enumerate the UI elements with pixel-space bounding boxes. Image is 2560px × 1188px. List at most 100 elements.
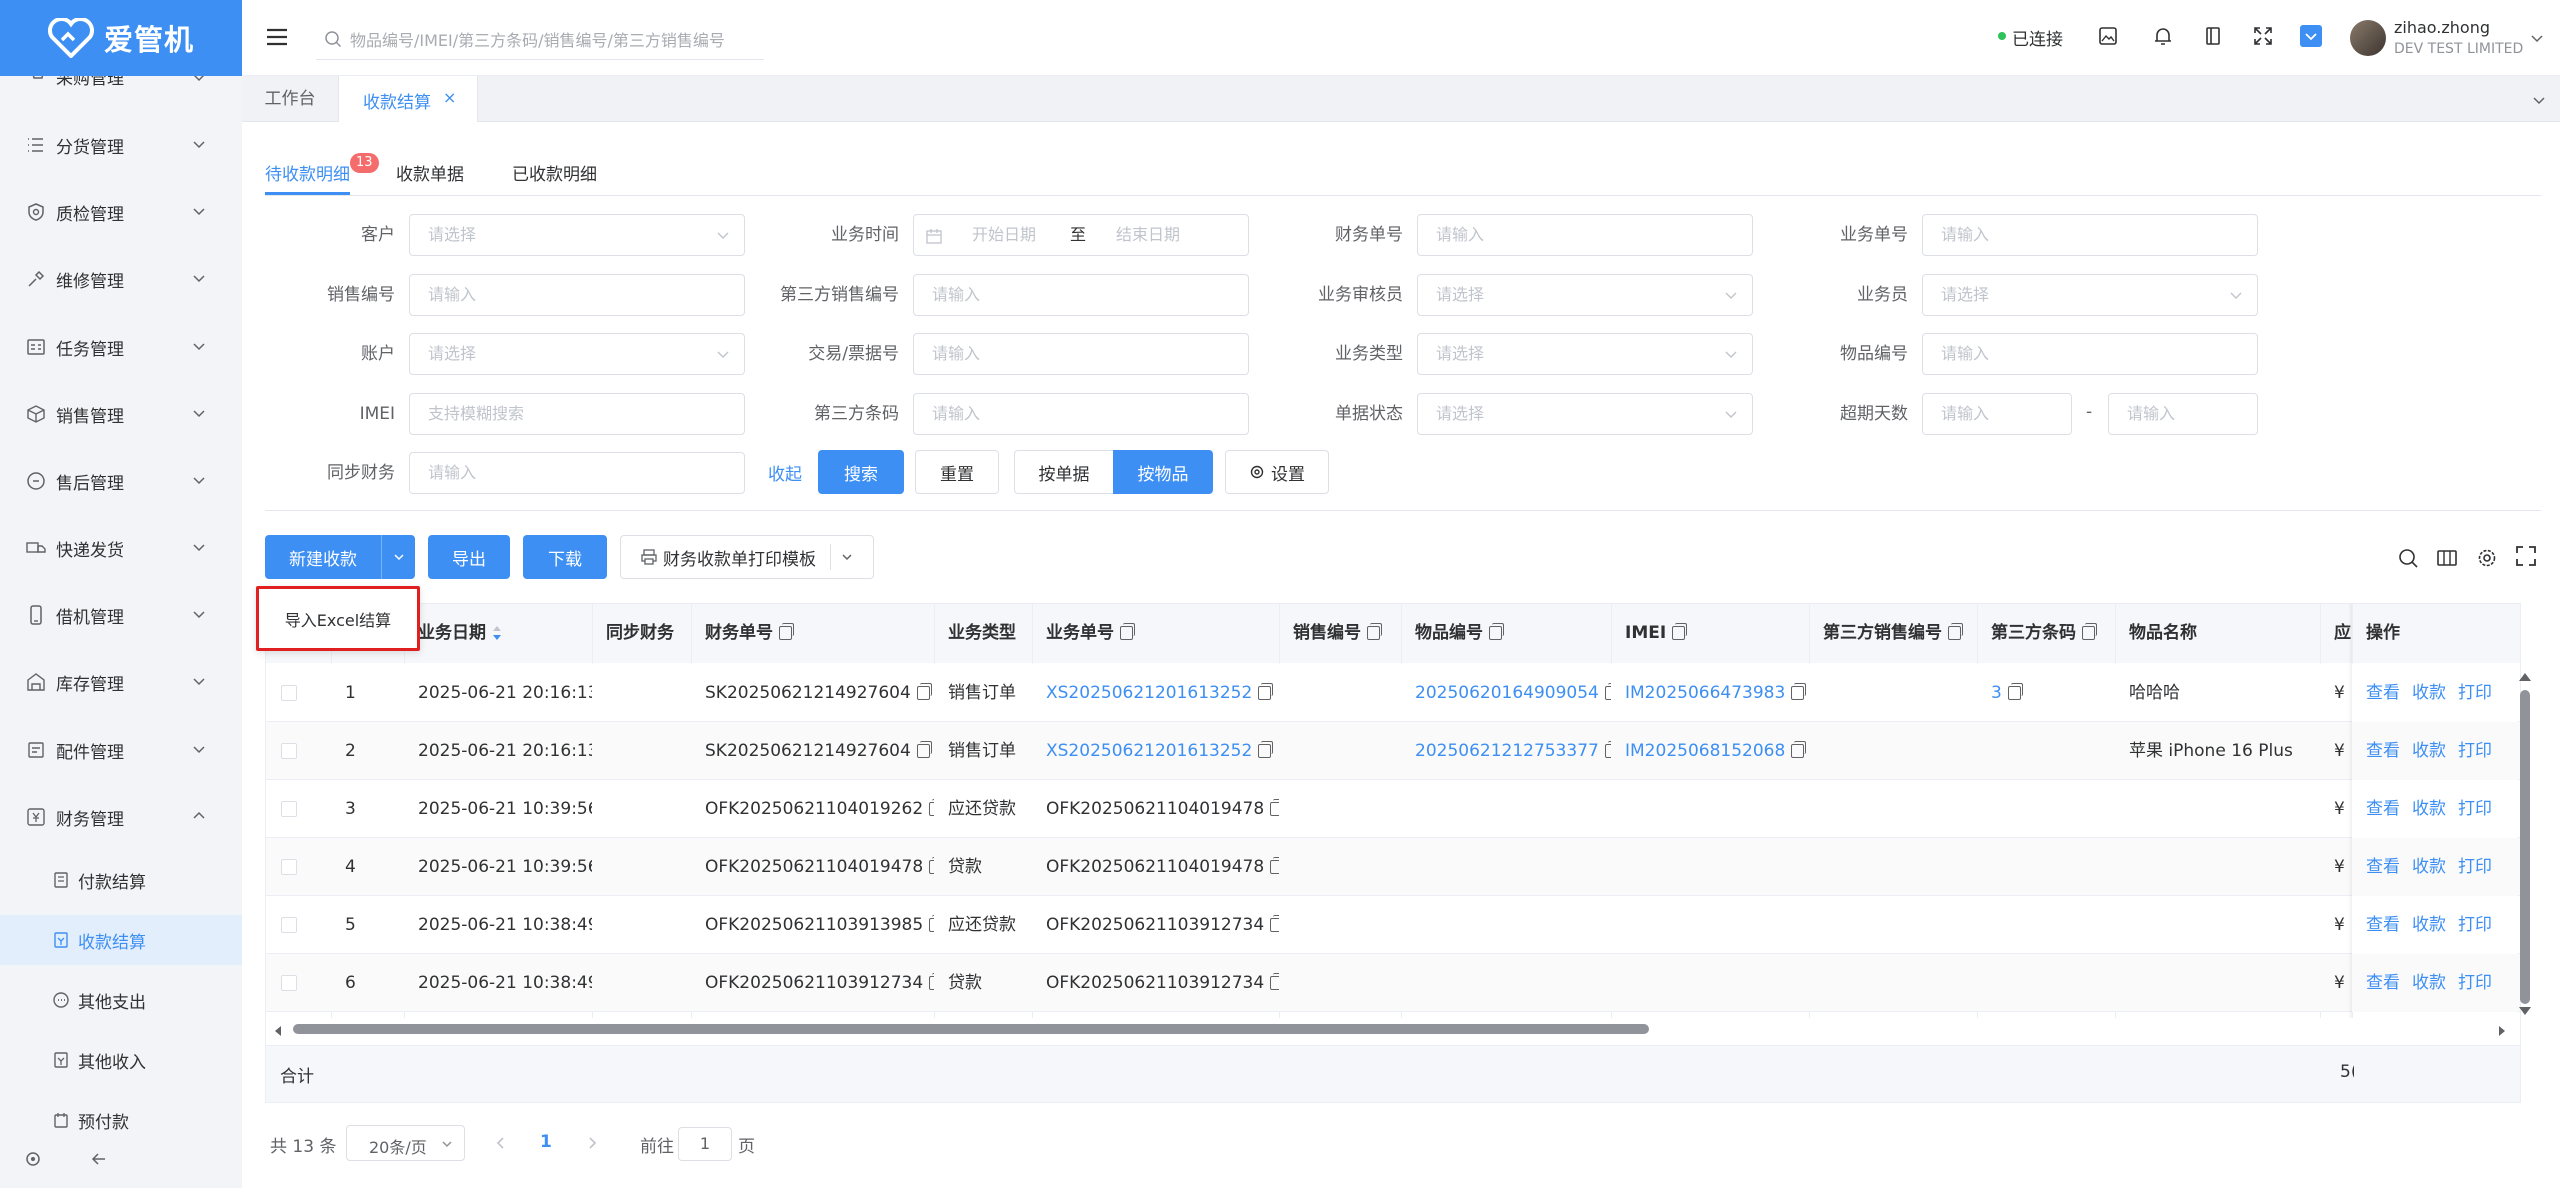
scroll-up-arrow[interactable]: [2518, 668, 2532, 681]
gear-icon[interactable]: [2477, 548, 2497, 568]
search-button[interactable]: 搜索: [818, 450, 904, 494]
theme-toggle[interactable]: [2300, 25, 2322, 47]
subtab-pending[interactable]: 待收款明细: [265, 160, 350, 185]
overdue-from-input[interactable]: 请输入: [1922, 393, 2072, 435]
cell-imei[interactable]: IM2025068152068: [1611, 722, 1809, 780]
goto-page-input[interactable]: 1: [678, 1127, 732, 1161]
current-page[interactable]: 1: [540, 1132, 552, 1152]
new-receipt-button[interactable]: 新建收款: [265, 535, 381, 579]
copy-icon[interactable]: [1948, 623, 1963, 640]
export-button[interactable]: 导出: [428, 535, 510, 579]
action-print-link[interactable]: 打印: [2458, 683, 2492, 703]
start-date[interactable]: 开始日期: [972, 215, 1036, 255]
filter-biz_no[interactable]: 请输入: [1922, 214, 2258, 256]
collapse-link[interactable]: 收起: [768, 460, 802, 485]
column-header[interactable]: IMEI: [1611, 603, 1809, 663]
bell-icon[interactable]: [2153, 26, 2173, 46]
action-collect-link[interactable]: 收款: [2412, 973, 2446, 993]
close-icon[interactable]: ×: [443, 88, 456, 107]
column-header[interactable]: 物品名称: [2115, 603, 2320, 663]
sidebar-item-10[interactable]: 配件管理: [0, 725, 242, 775]
sidebar-item-1[interactable]: 分货管理: [0, 120, 242, 170]
filter-biz_type[interactable]: 请选择: [1417, 333, 1753, 375]
action-view-link[interactable]: 查看: [2366, 741, 2400, 761]
sidebar-item-11[interactable]: 财务管理: [0, 792, 242, 842]
cell-item-no[interactable]: 20250621212753377: [1401, 722, 1611, 780]
action-view-link[interactable]: 查看: [2366, 973, 2400, 993]
sidebar-subitem-4[interactable]: 预付款: [0, 1095, 242, 1145]
sidebar-item-6[interactable]: 售后管理: [0, 456, 242, 506]
row-checkbox[interactable]: [281, 859, 297, 875]
filter-salesman[interactable]: 请选择: [1922, 274, 2258, 316]
column-header[interactable]: 同步财务: [592, 603, 691, 663]
copy-icon[interactable]: [2007, 683, 2023, 700]
copy-icon[interactable]: [779, 623, 794, 640]
prev-page-icon[interactable]: [495, 1137, 507, 1149]
filter-doc_status[interactable]: 请选择: [1417, 393, 1753, 435]
action-collect-link[interactable]: 收款: [2412, 799, 2446, 819]
scroll-right-arrow[interactable]: [2496, 1022, 2508, 1036]
user-name[interactable]: zihao.zhong: [2394, 18, 2490, 37]
search-icon[interactable]: [2398, 548, 2418, 568]
sidebar-subitem-1[interactable]: 收款结算: [0, 915, 242, 965]
filter-date-range[interactable]: 开始日期 至 结束日期: [913, 214, 1249, 256]
copy-icon[interactable]: [1258, 741, 1274, 758]
filter-txn_no[interactable]: 请输入: [913, 333, 1249, 375]
cell-biz-no[interactable]: XS20250621201613252: [1032, 664, 1279, 722]
column-header[interactable]: 业务类型: [934, 603, 1032, 663]
print-template-button[interactable]: 财务收款单打印模板: [620, 535, 874, 579]
action-collect-link[interactable]: 收款: [2412, 915, 2446, 935]
action-print-link[interactable]: 打印: [2458, 857, 2492, 877]
scroll-down-arrow[interactable]: [2518, 1002, 2532, 1015]
column-header[interactable]: 物品编号: [1401, 603, 1611, 663]
cell-item-no[interactable]: 20250620164909054: [1401, 664, 1611, 722]
by-item-button[interactable]: 按物品: [1113, 450, 1213, 494]
copy-icon[interactable]: [916, 741, 932, 758]
subtab-receipts[interactable]: 收款单据: [396, 160, 464, 185]
tab-current[interactable]: 收款结算 ×: [338, 76, 478, 122]
sidebar-subitem-2[interactable]: 其他支出: [0, 975, 242, 1025]
by-document-button[interactable]: 按单据: [1014, 450, 1114, 494]
filter-item_no[interactable]: 请输入: [1922, 333, 2258, 375]
import-excel-menu-item[interactable]: 导入Excel结算: [256, 586, 420, 651]
copy-icon[interactable]: [1258, 683, 1274, 700]
filter-third_sales_no[interactable]: 请输入: [913, 274, 1249, 316]
settings-button[interactable]: 设置: [1225, 450, 1329, 494]
avatar[interactable]: [2350, 20, 2386, 56]
chevron-down-icon[interactable]: [2530, 31, 2544, 45]
sidebar-item-8[interactable]: 借机管理: [0, 590, 242, 640]
column-header[interactable]: 业务日期: [404, 603, 592, 663]
copy-icon[interactable]: [916, 683, 932, 700]
collapse-arrow-icon[interactable]: [90, 1150, 108, 1168]
action-print-link[interactable]: 打印: [2458, 915, 2492, 935]
row-checkbox[interactable]: [281, 685, 297, 701]
column-header[interactable]: 操作: [2352, 603, 2520, 663]
copy-icon[interactable]: [1672, 623, 1688, 640]
subtab-received[interactable]: 已收款明细: [512, 160, 597, 185]
cell-third-barcode[interactable]: 3: [1977, 664, 2115, 722]
copy-icon[interactable]: [1120, 623, 1135, 640]
copy-icon[interactable]: [1270, 915, 1279, 932]
action-view-link[interactable]: 查看: [2366, 915, 2400, 935]
copy-icon[interactable]: [1270, 799, 1279, 816]
app-logo[interactable]: 爱管机: [0, 0, 242, 76]
sidebar-item-4[interactable]: 任务管理: [0, 322, 242, 372]
sidebar-item-5[interactable]: 销售管理: [0, 389, 242, 439]
action-view-link[interactable]: 查看: [2366, 857, 2400, 877]
settings-icon[interactable]: [24, 1150, 42, 1168]
horizontal-scrollbar-thumb[interactable]: [293, 1024, 1649, 1034]
expand-icon[interactable]: [2516, 546, 2536, 566]
column-header[interactable]: 业务单号: [1032, 603, 1279, 663]
copy-icon[interactable]: [1270, 973, 1279, 990]
action-view-link[interactable]: 查看: [2366, 683, 2400, 703]
action-collect-link[interactable]: 收款: [2412, 741, 2446, 761]
download-button[interactable]: 下载: [523, 535, 607, 579]
copy-icon[interactable]: [1791, 683, 1807, 700]
column-header[interactable]: 第三方条码: [1977, 603, 2115, 663]
sidebar-subitem-0[interactable]: 付款结算: [0, 855, 242, 905]
sort-icon[interactable]: [492, 625, 502, 641]
cell-imei[interactable]: IM2025066473983: [1611, 664, 1809, 722]
filter-customer[interactable]: 请选择: [409, 214, 745, 256]
sidebar-item-2[interactable]: 质检管理: [0, 187, 242, 237]
copy-icon[interactable]: [1270, 857, 1279, 874]
